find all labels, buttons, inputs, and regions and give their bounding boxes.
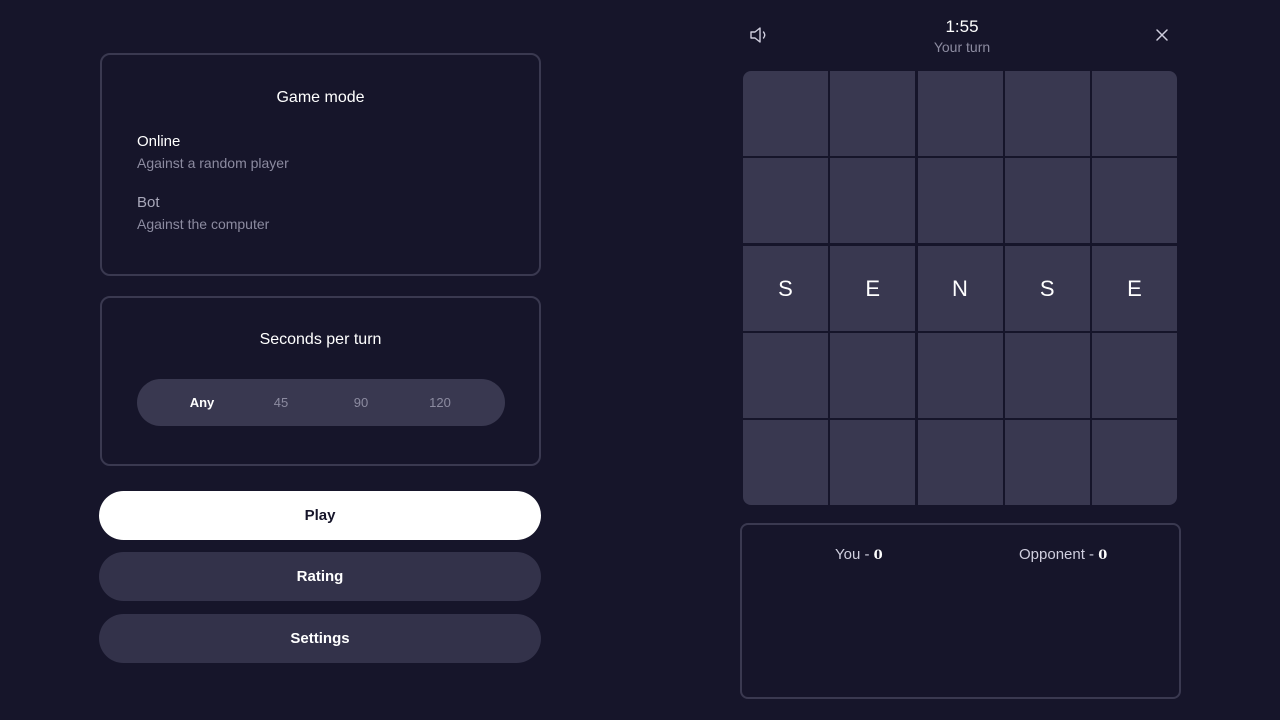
score-opponent-label: Opponent - — [1019, 546, 1099, 563]
board-cell[interactable] — [1004, 332, 1090, 418]
mode-option-description: Against a random player — [137, 155, 289, 171]
close-icon[interactable] — [1154, 27, 1170, 43]
board-cell[interactable] — [1092, 71, 1177, 156]
turn-status: Your turn — [933, 39, 991, 55]
board-cell[interactable] — [1092, 332, 1177, 418]
score-opponent-value: 0 — [1098, 548, 1108, 563]
mode-option-name: Bot — [137, 194, 160, 211]
mode-option-online[interactable]: Online Against a random player — [137, 132, 289, 173]
turn-timer: 1:55 — [945, 17, 979, 36]
seconds-option-any[interactable]: Any — [172, 379, 232, 426]
board-cell[interactable] — [743, 420, 828, 505]
board-cell[interactable] — [917, 420, 1003, 505]
board-cell[interactable]: N — [917, 245, 1003, 331]
seconds-per-turn-panel: Seconds per turn Any 45 90 120 — [100, 296, 541, 466]
game-mode-panel: Game mode Online Against a random player… — [100, 53, 541, 276]
score-you-label: You - — [835, 546, 874, 563]
board-cell[interactable] — [1092, 158, 1177, 244]
settings-button[interactable]: Settings — [99, 614, 541, 663]
play-button[interactable]: Play — [99, 491, 541, 540]
board-cell[interactable]: E — [1092, 245, 1177, 331]
board-cell[interactable] — [917, 71, 1003, 156]
score-you: You - 0 — [835, 546, 883, 563]
mode-option-name: Online — [137, 133, 181, 150]
game-mode-title: Game mode — [276, 89, 365, 106]
board-cell[interactable] — [830, 332, 916, 418]
mode-option-bot[interactable]: Bot Against the computer — [137, 193, 269, 234]
seconds-option-45[interactable]: 45 — [251, 379, 311, 426]
board-cell[interactable] — [830, 158, 916, 244]
board-cell[interactable]: S — [743, 245, 828, 331]
board-cell[interactable]: S — [1004, 245, 1090, 331]
board-cell[interactable] — [917, 158, 1003, 244]
seconds-option-90[interactable]: 90 — [331, 379, 391, 426]
board-cell[interactable] — [1004, 420, 1090, 505]
score-opponent: Opponent - 0 — [1019, 546, 1107, 563]
board-cell[interactable] — [743, 332, 828, 418]
seconds-selector: Any 45 90 120 — [137, 379, 505, 426]
board-cell[interactable] — [830, 420, 916, 505]
board-cell[interactable] — [1092, 420, 1177, 505]
speaker-icon[interactable] — [749, 25, 771, 45]
board-cell[interactable] — [743, 71, 828, 156]
board-cell[interactable]: E — [830, 245, 916, 331]
seconds-per-turn-title: Seconds per turn — [259, 331, 382, 348]
board-cell[interactable] — [743, 158, 828, 244]
board-cell[interactable] — [1004, 71, 1090, 156]
score-you-value: 0 — [873, 548, 883, 563]
board-cell[interactable] — [830, 71, 916, 156]
rating-button[interactable]: Rating — [99, 552, 541, 601]
game-screen: Game mode Online Against a random player… — [0, 0, 1280, 720]
mode-option-description: Against the computer — [137, 216, 270, 232]
board-cell[interactable] — [917, 332, 1003, 418]
game-board: SENSE — [743, 71, 1177, 505]
score-panel: You - 0 Opponent - 0 — [740, 523, 1181, 699]
board-cell[interactable] — [1004, 158, 1090, 244]
seconds-option-120[interactable]: 120 — [410, 379, 470, 426]
